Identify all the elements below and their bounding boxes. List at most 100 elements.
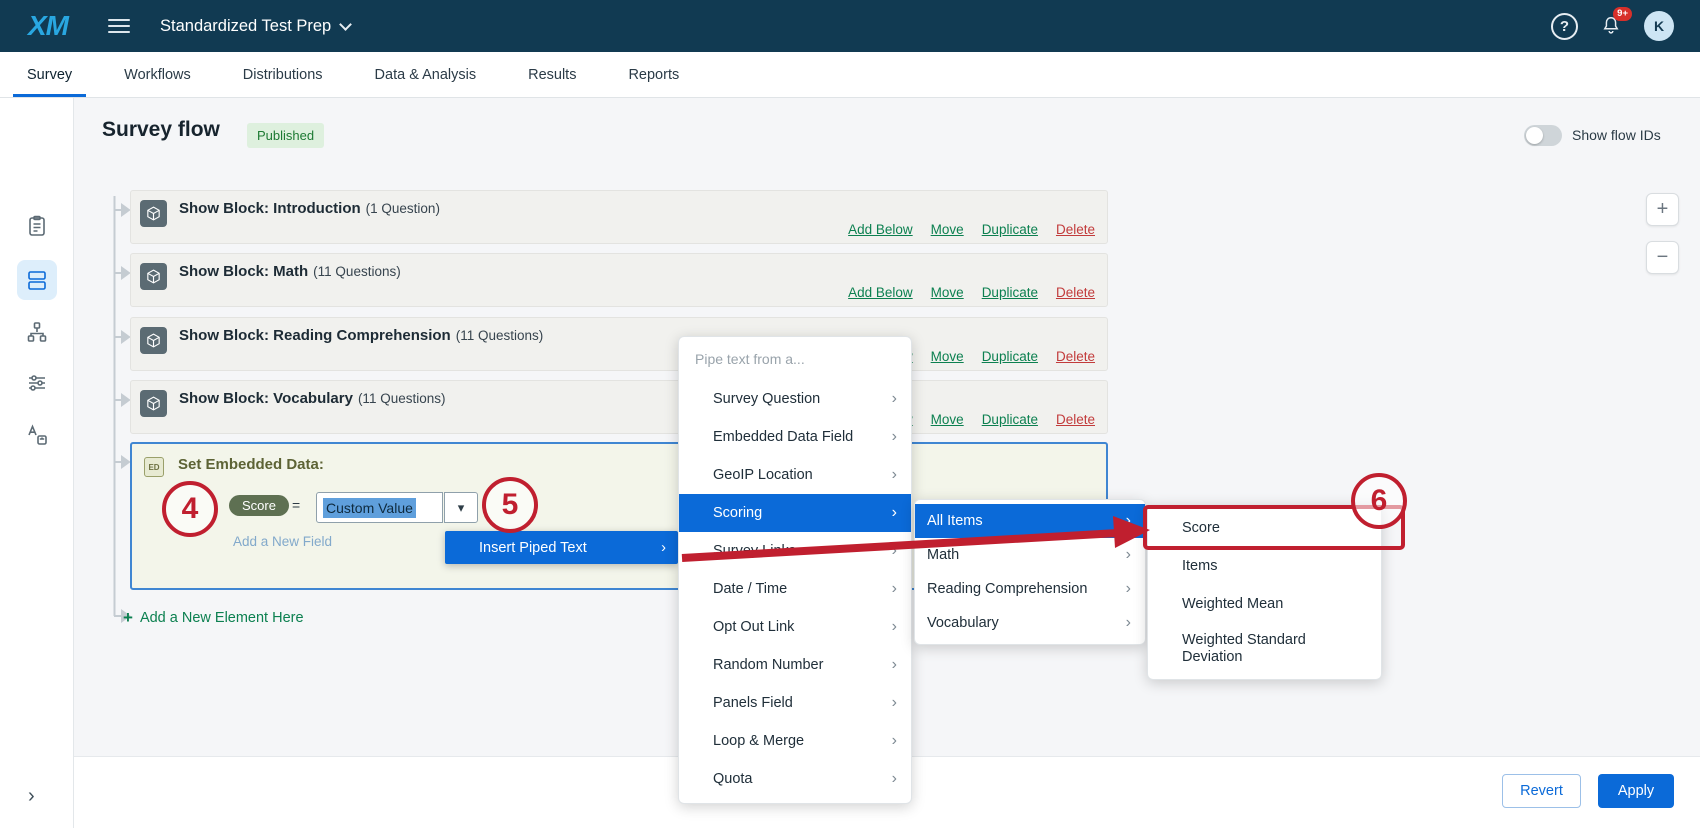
- submenu-item-weighted-mean[interactable]: Weighted Mean: [1148, 585, 1381, 623]
- move-link[interactable]: Move: [931, 222, 964, 237]
- submenu-item-math[interactable]: Math›: [915, 538, 1145, 572]
- sidebar-item-survey-options[interactable]: [17, 363, 57, 403]
- plus-icon: +: [123, 608, 133, 628]
- block-cube-icon: [140, 327, 167, 354]
- menu-item-quota[interactable]: Quota›: [679, 760, 911, 798]
- duplicate-link[interactable]: Duplicate: [982, 222, 1038, 237]
- add-below-link[interactable]: Add Below: [848, 222, 913, 237]
- chevron-right-icon: ›: [1126, 614, 1131, 632]
- chevron-right-icon: ›: [892, 466, 897, 484]
- chevron-right-icon: ›: [661, 540, 666, 556]
- duplicate-link[interactable]: Duplicate: [982, 349, 1038, 364]
- notifications-button[interactable]: 9+: [1600, 15, 1622, 37]
- show-flow-ids-toggle[interactable]: [1524, 125, 1562, 146]
- block-title: Show Block: Reading Comprehension(11 Que…: [179, 327, 543, 344]
- xm-logo: XM: [28, 10, 68, 42]
- sidebar-item-survey-flow[interactable]: [17, 260, 57, 300]
- sidebar-item-survey-builder[interactable]: [17, 206, 57, 246]
- add-new-element-link[interactable]: + Add a New Element Here: [123, 608, 304, 628]
- delete-link[interactable]: Delete: [1056, 285, 1095, 300]
- pipe-menu-placeholder: Pipe text from a...: [679, 337, 911, 380]
- chevron-right-icon: ›: [892, 504, 897, 522]
- sidebar-item-translations[interactable]: [17, 415, 57, 455]
- menu-item-loop-merge[interactable]: Loop & Merge›: [679, 722, 911, 760]
- score-submenu: Score Items Weighted Mean Weighted Stand…: [1147, 504, 1382, 680]
- zoom-in-button[interactable]: +: [1646, 193, 1679, 226]
- duplicate-link[interactable]: Duplicate: [982, 285, 1038, 300]
- embedded-data-icon: ED: [144, 457, 164, 477]
- value-dropdown-button[interactable]: ▾: [444, 492, 478, 523]
- submenu-item-weighted-standard-deviation[interactable]: Weighted Standard Deviation: [1148, 623, 1381, 675]
- menu-item-opt-out-link[interactable]: Opt Out Link›: [679, 608, 911, 646]
- notification-badge: 9+: [1613, 7, 1632, 21]
- block-cube-icon: [140, 200, 167, 227]
- menu-item-random-number[interactable]: Random Number›: [679, 646, 911, 684]
- caret-down-icon: ▾: [458, 500, 465, 516]
- sidebar-expand-button[interactable]: ›: [28, 785, 35, 808]
- avatar[interactable]: K: [1644, 11, 1674, 41]
- sidebar-item-workflows[interactable]: [17, 312, 57, 352]
- custom-value-input[interactable]: Custom Value: [316, 492, 443, 523]
- hamburger-menu-icon[interactable]: [108, 19, 130, 33]
- chevron-right-icon: ›: [892, 542, 897, 560]
- move-link[interactable]: Move: [931, 349, 964, 364]
- menu-item-survey-question[interactable]: Survey Question›: [679, 380, 911, 418]
- delete-link[interactable]: Delete: [1056, 222, 1095, 237]
- apply-button[interactable]: Apply: [1598, 774, 1674, 808]
- insert-piped-text-item[interactable]: Insert Piped Text ›: [445, 531, 678, 564]
- menu-item-date-time[interactable]: Date / Time›: [679, 570, 911, 608]
- tab-distributions[interactable]: Distributions: [243, 52, 323, 97]
- delete-link[interactable]: Delete: [1056, 349, 1095, 364]
- submenu-item-items[interactable]: Items: [1148, 547, 1381, 585]
- block-title: Show Block: Vocabulary(11 Questions): [179, 390, 445, 407]
- translations-icon: [25, 423, 49, 447]
- chevron-right-icon: ›: [892, 694, 897, 712]
- block-cube-icon: [140, 263, 167, 290]
- flow-block-reading-comprehension[interactable]: Show Block: Reading Comprehension(11 Que…: [130, 317, 1108, 371]
- menu-item-scoring[interactable]: Scoring›: [679, 494, 911, 532]
- delete-link[interactable]: Delete: [1056, 412, 1095, 427]
- flow-block-vocabulary[interactable]: Show Block: Vocabulary(11 Questions) Add…: [130, 380, 1108, 434]
- survey-builder-icon: [25, 214, 49, 238]
- submenu-item-score[interactable]: Score: [1148, 509, 1381, 547]
- menu-item-geoip-location[interactable]: GeoIP Location›: [679, 456, 911, 494]
- topbar-right: ? 9+ K: [1551, 11, 1674, 41]
- project-name: Standardized Test Prep: [160, 17, 331, 36]
- survey-flow-icon: [25, 268, 49, 292]
- submenu-item-all-items[interactable]: All Items›: [915, 504, 1145, 538]
- tab-data-analysis[interactable]: Data & Analysis: [375, 52, 477, 97]
- tab-reports[interactable]: Reports: [628, 52, 679, 97]
- selected-text: Custom Value: [323, 498, 416, 518]
- submenu-item-reading-comprehension[interactable]: Reading Comprehension›: [915, 572, 1145, 606]
- project-selector[interactable]: Standardized Test Prep: [160, 17, 350, 36]
- menu-item-panels-field[interactable]: Panels Field›: [679, 684, 911, 722]
- main-nav: Survey Workflows Distributions Data & An…: [0, 52, 1700, 98]
- add-below-link[interactable]: Add Below: [848, 285, 913, 300]
- chevron-right-icon: ›: [1126, 546, 1131, 564]
- move-link[interactable]: Move: [931, 285, 964, 300]
- flow-block-introduction[interactable]: Show Block: Introduction(1 Question) Add…: [130, 190, 1108, 244]
- duplicate-link[interactable]: Duplicate: [982, 412, 1038, 427]
- chevron-right-icon: ›: [1126, 512, 1131, 530]
- help-button[interactable]: ?: [1551, 13, 1578, 40]
- revert-button[interactable]: Revert: [1502, 774, 1581, 808]
- tab-survey[interactable]: Survey: [27, 52, 72, 97]
- submenu-item-vocabulary[interactable]: Vocabulary›: [915, 606, 1145, 640]
- embedded-data-title: Set Embedded Data:: [178, 456, 324, 473]
- toggle-knob: [1526, 127, 1543, 144]
- menu-item-embedded-data-field[interactable]: Embedded Data Field›: [679, 418, 911, 456]
- tab-workflows[interactable]: Workflows: [124, 52, 191, 97]
- embedded-field-name[interactable]: Score: [229, 495, 289, 516]
- menu-item-survey-links[interactable]: Survey Links›: [679, 532, 911, 570]
- block-actions: Add Below Move Duplicate Delete: [848, 285, 1095, 300]
- add-new-field-link[interactable]: Add a New Field: [233, 534, 332, 549]
- move-link[interactable]: Move: [931, 412, 964, 427]
- scoring-submenu: All Items› Math› Reading Comprehension› …: [914, 499, 1146, 645]
- topbar: XM Standardized Test Prep ? 9+ K: [0, 0, 1700, 52]
- survey-flow-app: XM Standardized Test Prep ? 9+ K Survey …: [0, 0, 1700, 828]
- add-new-element-label: Add a New Element Here: [140, 610, 304, 626]
- flow-block-math[interactable]: Show Block: Math(11 Questions) Add Below…: [130, 253, 1108, 307]
- chevron-right-icon: ›: [892, 732, 897, 750]
- tab-results[interactable]: Results: [528, 52, 576, 97]
- zoom-out-button[interactable]: −: [1646, 241, 1679, 274]
